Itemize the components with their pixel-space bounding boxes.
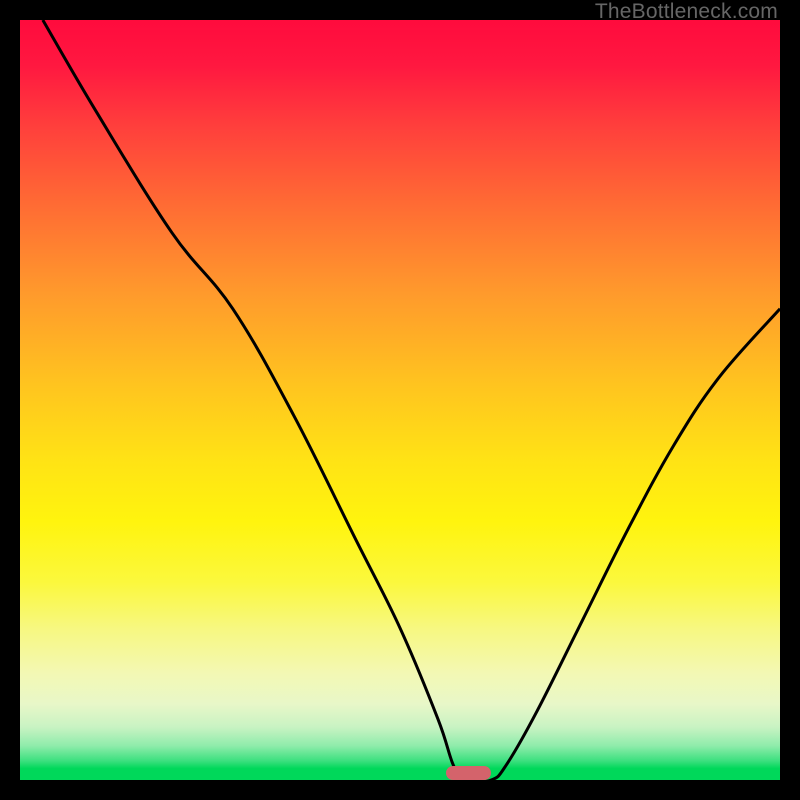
bottleneck-curve <box>43 20 780 780</box>
chart-frame: TheBottleneck.com <box>0 0 800 800</box>
optimal-marker <box>446 766 492 780</box>
curve-svg <box>20 20 780 780</box>
watermark-text: TheBottleneck.com <box>595 0 778 24</box>
plot-area <box>20 20 780 780</box>
